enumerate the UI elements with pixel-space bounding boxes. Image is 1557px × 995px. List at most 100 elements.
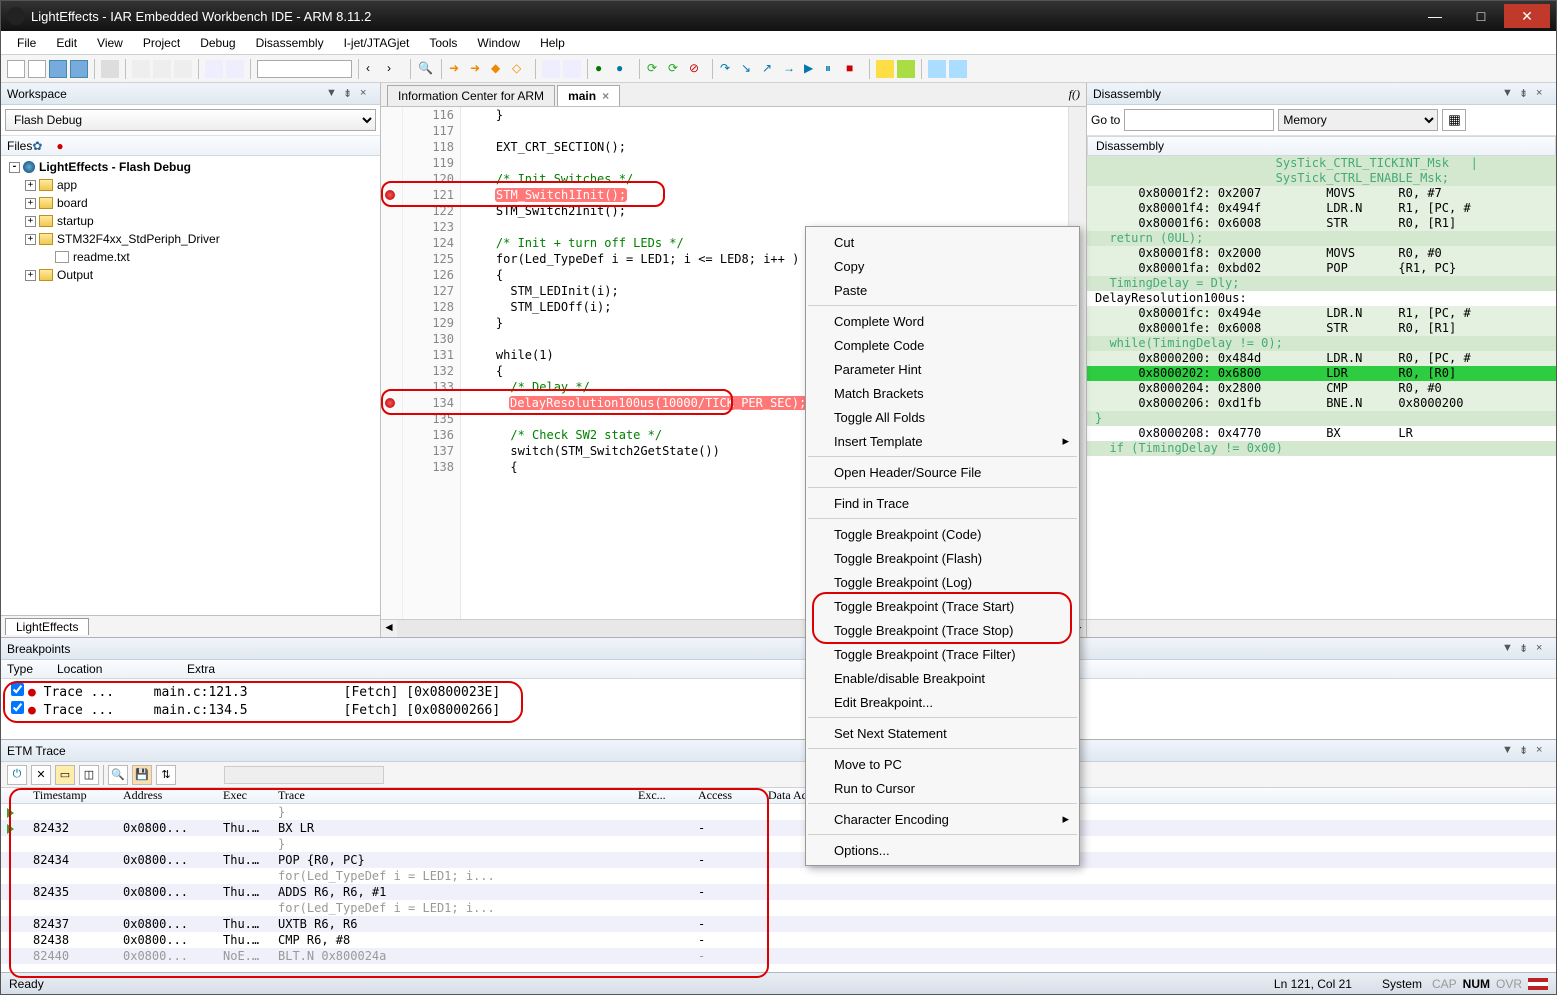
disasm-line[interactable]: 0x8000200: 0x484d LDR.N R0, [PC, # — [1087, 351, 1556, 366]
code-line[interactable]: STM_Switch1Init(); — [467, 187, 1068, 203]
code-line[interactable]: STM_Switch2Init(); — [467, 203, 1068, 219]
panel-dropdown-icon[interactable]: ▼ — [1502, 744, 1516, 758]
disasm-line[interactable]: 0x80001f4: 0x494f LDR.N R1, [PC, # — [1087, 201, 1556, 216]
editor-tab[interactable]: Information Center for ARM — [387, 85, 555, 106]
menu-window[interactable]: Window — [469, 34, 528, 52]
disasm-line[interactable]: 0x80001fe: 0x6008 STR R0, [R1] — [1087, 321, 1556, 336]
tree-item[interactable]: -LightEffects - Flash Debug — [1, 158, 380, 176]
find-icon[interactable]: 🔍 — [417, 60, 435, 78]
ctx-item[interactable]: Paste — [806, 278, 1079, 302]
tree-item[interactable]: readme.txt — [1, 248, 380, 266]
step-into-icon[interactable]: ↘ — [740, 60, 758, 78]
disasm-line[interactable]: DelayResolution100us: — [1087, 291, 1556, 306]
disasm-line[interactable]: 0x80001fa: 0xbd02 POP {R1, PC} — [1087, 261, 1556, 276]
eth-icon[interactable] — [876, 60, 894, 78]
disasm-line[interactable]: } — [1087, 411, 1556, 426]
ctx-item[interactable]: Complete Word — [806, 309, 1079, 333]
project-tree[interactable]: -LightEffects - Flash Debug+app+board+st… — [1, 156, 380, 615]
close-button[interactable]: ✕ — [1504, 4, 1550, 28]
ctx-item[interactable]: Options... — [806, 838, 1079, 862]
bp-checkbox[interactable] — [11, 701, 24, 714]
titlebar[interactable]: LightEffects - IAR Embedded Workbench ID… — [1, 1, 1556, 31]
bookmark-clear-icon[interactable]: ◇ — [511, 60, 529, 78]
run-to-cursor-icon[interactable]: ▶ — [803, 60, 821, 78]
download-icon[interactable]: ● — [594, 60, 612, 78]
workspace-tab[interactable]: LightEffects — [5, 618, 89, 635]
breakpoint-row[interactable]: ● Trace ...main.c:121.3[Fetch] [0x080002… — [11, 683, 1546, 701]
bp-column-header[interactable]: Location — [51, 660, 181, 678]
ctx-item[interactable]: Complete Code — [806, 333, 1079, 357]
search-input[interactable] — [257, 60, 352, 78]
menu-project[interactable]: Project — [135, 34, 188, 52]
paste-icon[interactable] — [174, 60, 192, 78]
menu-file[interactable]: File — [9, 34, 44, 52]
code-line[interactable]: } — [467, 107, 1068, 123]
tree-item[interactable]: +startup — [1, 212, 380, 230]
menu-disassembly[interactable]: Disassembly — [248, 34, 332, 52]
ctx-item[interactable]: Find in Trace — [806, 491, 1079, 515]
disasm-line[interactable]: 0x8000206: 0xd1fb BNE.N 0x8000200 — [1087, 396, 1556, 411]
disasm-line[interactable]: SysTick_CTRL_TICKINT_Msk | — [1087, 156, 1556, 171]
config-select[interactable]: Flash Debug — [5, 109, 376, 131]
etm-settings-button[interactable]: ⇅ — [156, 765, 176, 785]
trace2-icon[interactable] — [949, 60, 967, 78]
ctx-item[interactable]: Match Brackets — [806, 381, 1079, 405]
panel-pin-icon[interactable]: ⇟ — [343, 87, 357, 101]
hscroll-left-icon[interactable]: ◄ — [381, 620, 397, 637]
make-icon[interactable] — [563, 60, 581, 78]
etm-find-button[interactable]: 🔍 — [108, 765, 128, 785]
panel-pin-icon[interactable]: ⇟ — [1519, 87, 1533, 101]
goto-input[interactable] — [1124, 109, 1274, 131]
step-out-icon[interactable]: ↗ — [761, 60, 779, 78]
disassembly-body[interactable]: SysTick_CTRL_TICKINT_Msk | SysTick_CTRL_… — [1087, 156, 1556, 619]
breakpoint-row[interactable]: ● Trace ...main.c:134.5[Fetch] [0x080002… — [11, 701, 1546, 719]
ctx-item[interactable]: Parameter Hint — [806, 357, 1079, 381]
maximize-button[interactable]: □ — [1458, 4, 1504, 28]
etm-power-button[interactable]: ⏻ — [7, 765, 27, 785]
nav-fwd-icon[interactable]: › — [386, 60, 404, 78]
step-over-icon[interactable]: ↷ — [719, 60, 737, 78]
disasm-line[interactable]: TimingDelay = Dly; — [1087, 276, 1556, 291]
disasm-line[interactable]: 0x8000202: 0x6800 LDR R0, [R0] — [1087, 366, 1556, 381]
ctx-item[interactable]: Cut — [806, 230, 1079, 254]
ctx-item[interactable]: Run to Cursor — [806, 776, 1079, 800]
ctx-item[interactable]: Toggle Breakpoint (Code) — [806, 522, 1079, 546]
go-icon[interactable]: ⟳ — [646, 60, 664, 78]
stop-debug-icon[interactable]: ⊘ — [688, 60, 706, 78]
panel-pin-icon[interactable]: ⇟ — [1519, 744, 1533, 758]
trace-icon[interactable] — [928, 60, 946, 78]
red-dot-icon[interactable]: ● — [56, 139, 63, 153]
tree-item[interactable]: +app — [1, 176, 380, 194]
code-line[interactable] — [467, 155, 1068, 171]
code-line[interactable]: /* Init Switches */ — [467, 171, 1068, 187]
panel-close-icon[interactable]: × — [1536, 642, 1550, 656]
code-line[interactable]: EXT_CRT_SECTION(); — [467, 139, 1068, 155]
swi-icon[interactable] — [897, 60, 915, 78]
reset-icon[interactable]: ■ — [845, 60, 863, 78]
disasm-line[interactable]: while(TimingDelay != 0); — [1087, 336, 1556, 351]
code-line[interactable] — [467, 123, 1068, 139]
ctx-item[interactable]: Toggle Breakpoint (Log) — [806, 570, 1079, 594]
menu-debug[interactable]: Debug — [192, 34, 243, 52]
bookmark-next-icon[interactable]: ➜ — [469, 60, 487, 78]
panel-pin-icon[interactable]: ⇟ — [1519, 642, 1533, 656]
etm-clear-button[interactable]: ✕ — [31, 765, 51, 785]
menu-tools[interactable]: Tools — [421, 34, 465, 52]
gear-icon[interactable]: ✿ — [32, 139, 46, 153]
undo-icon[interactable] — [205, 60, 223, 78]
ctx-item[interactable]: Toggle All Folds — [806, 405, 1079, 429]
panel-dropdown-icon[interactable]: ▼ — [326, 87, 340, 101]
panel-close-icon[interactable]: × — [1536, 87, 1550, 101]
debug-icon[interactable]: ● — [615, 60, 633, 78]
menu-help[interactable]: Help — [532, 34, 573, 52]
compile-icon[interactable] — [542, 60, 560, 78]
disasm-line[interactable]: SysTick_CTRL_ENABLE_Msk; — [1087, 171, 1556, 186]
tree-item[interactable]: +STM32F4xx_StdPeriph_Driver — [1, 230, 380, 248]
panel-close-icon[interactable]: × — [360, 87, 374, 101]
context-menu[interactable]: CutCopyPasteComplete WordComplete CodePa… — [805, 226, 1080, 866]
copy-icon[interactable] — [153, 60, 171, 78]
pause-icon[interactable]: ⏸ — [824, 60, 842, 78]
bookmark-toggle-icon[interactable]: ➜ — [448, 60, 466, 78]
menu-edit[interactable]: Edit — [48, 34, 85, 52]
disasm-line[interactable]: 0x80001fc: 0x494e LDR.N R1, [PC, # — [1087, 306, 1556, 321]
